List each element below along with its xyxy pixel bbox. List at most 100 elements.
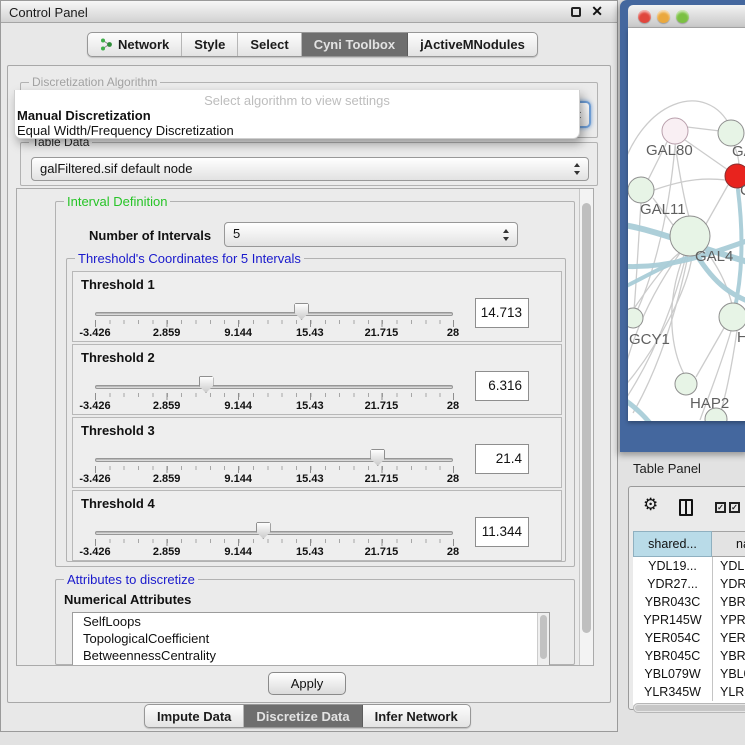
attributes-list: SelfLoopsTopologicalCoefficientBetweenne… bbox=[72, 612, 550, 666]
close-traffic-icon[interactable] bbox=[638, 10, 651, 23]
columns-icon[interactable] bbox=[679, 499, 693, 516]
slider-thumb-icon[interactable] bbox=[256, 522, 271, 539]
settings-scroll-pane: Interval Definition Number of Intervals … bbox=[16, 188, 594, 666]
cell-shared-name: YBR043C bbox=[633, 593, 712, 611]
tab-label: Cyni Toolbox bbox=[314, 37, 395, 52]
dropdown-option-manual[interactable]: Manual Discretization bbox=[17, 108, 151, 123]
combo-value: 5 bbox=[233, 226, 240, 241]
table-row[interactable]: YBR043CYBR0 bbox=[633, 593, 745, 611]
algorithm-dropdown-popup: Select algorithm to view settings Manual… bbox=[14, 90, 580, 139]
threshold-value-field[interactable]: 6.316 bbox=[475, 371, 529, 401]
scrollbar-thumb[interactable] bbox=[540, 615, 547, 659]
cell-name: YLR3 bbox=[712, 683, 745, 701]
checkbox-icon[interactable]: ✓ bbox=[715, 502, 726, 513]
interval-definition-group: Interval Definition Number of Intervals … bbox=[55, 201, 575, 567]
tab-label: Impute Data bbox=[157, 709, 231, 724]
combo-value: galFiltered.sif default node bbox=[40, 161, 192, 176]
gear-icon[interactable]: ⚙ bbox=[643, 495, 658, 515]
cell-shared-name: YDR27... bbox=[633, 575, 712, 593]
tab-impute-data[interactable]: Impute Data bbox=[145, 705, 244, 727]
horizontal-scrollbar[interactable] bbox=[633, 703, 745, 713]
dropdown-hint: Select algorithm to view settings bbox=[15, 93, 579, 108]
combo-arrows-icon bbox=[573, 162, 582, 176]
zoom-traffic-icon[interactable] bbox=[676, 10, 689, 23]
column-header-name[interactable]: na bbox=[712, 531, 745, 557]
tick-label: 28 bbox=[425, 473, 481, 485]
tab-label: Select bbox=[250, 37, 288, 52]
threshold-slider[interactable] bbox=[95, 385, 453, 389]
slider-thumb-icon[interactable] bbox=[294, 303, 309, 320]
table-row[interactable]: YDR27...YDR2 bbox=[633, 575, 745, 593]
node-label: GAL11 bbox=[640, 201, 686, 218]
control-panel-titlebar: Control Panel ✕ bbox=[1, 1, 617, 23]
group-title: Threshold's Coordinates for 5 Intervals bbox=[75, 251, 304, 266]
minimize-traffic-icon[interactable] bbox=[657, 10, 670, 23]
scrollbar-thumb[interactable] bbox=[635, 705, 745, 711]
threshold-label: Threshold 1 bbox=[81, 277, 155, 292]
cell-shared-name: YER054C bbox=[633, 629, 712, 647]
threshold-value-field[interactable]: 14.713 bbox=[475, 298, 529, 328]
number-of-intervals-combobox[interactable]: 5 bbox=[224, 222, 518, 247]
tab-jactivemnodules[interactable]: jActiveMNodules bbox=[408, 33, 537, 56]
tick-label: 15.43 bbox=[282, 327, 338, 339]
attribute-item[interactable]: SelfLoops bbox=[73, 613, 549, 630]
vertical-scrollbar[interactable] bbox=[579, 189, 593, 665]
table-row[interactable]: YDL19...YDL1 bbox=[633, 557, 745, 575]
cell-name: YDL1 bbox=[712, 557, 745, 575]
tab-cyni-toolbox[interactable]: Cyni Toolbox bbox=[302, 33, 408, 56]
tick-label: 9.144 bbox=[210, 546, 266, 558]
node-label: GAL80 bbox=[646, 142, 693, 159]
apply-button[interactable]: Apply bbox=[268, 672, 346, 695]
table-row[interactable]: YLR345WYLR3 bbox=[633, 683, 745, 701]
scrollbar-thumb[interactable] bbox=[582, 203, 591, 633]
threshold-value-field[interactable]: 21.4 bbox=[475, 444, 529, 474]
table-row[interactable]: YBL079WYBL0 bbox=[633, 665, 745, 683]
table-row[interactable]: YPR145WYPR1 bbox=[633, 611, 745, 629]
checkbox-icon[interactable]: ✓ bbox=[729, 502, 740, 513]
cell-shared-name: YPR145W bbox=[633, 611, 712, 629]
float-window-icon[interactable] bbox=[571, 7, 581, 17]
column-header-shared-name[interactable]: shared... bbox=[633, 531, 712, 557]
table-data-combobox[interactable]: galFiltered.sif default node bbox=[31, 157, 589, 181]
attribute-item[interactable]: TopologicalCoefficient bbox=[73, 630, 549, 647]
threshold-slider[interactable] bbox=[95, 458, 453, 462]
tab-label: Style bbox=[194, 37, 225, 52]
tab-discretize-data[interactable]: Discretize Data bbox=[244, 705, 362, 727]
node-label: GCY1 bbox=[629, 331, 670, 348]
tab-style[interactable]: Style bbox=[182, 33, 238, 56]
control-panel-window: Control Panel ✕ Network Style Select Cyn… bbox=[0, 0, 618, 732]
slider-tick-labels: -3.4262.8599.14415.4321.71528 bbox=[73, 327, 561, 340]
attribute-item[interactable]: BetweennessCentrality bbox=[73, 647, 549, 664]
combo-arrows-icon bbox=[502, 228, 511, 242]
slider-ticks bbox=[95, 393, 454, 400]
tick-label: 21.715 bbox=[353, 473, 409, 485]
node bbox=[675, 373, 697, 395]
cell-shared-name: YBR045C bbox=[633, 647, 712, 665]
threshold-slider[interactable] bbox=[95, 312, 453, 316]
dropdown-option-equal-width[interactable]: Equal Width/Frequency Discretization bbox=[17, 123, 234, 138]
network-canvas[interactable]: GAL80 GA C GAL11 GAL4 GCY1 H HAP2 bbox=[628, 28, 745, 421]
tab-infer-network[interactable]: Infer Network bbox=[363, 705, 470, 727]
thresholds-group: Threshold's Coordinates for 5 Intervals … bbox=[66, 258, 566, 562]
slider-thumb-icon[interactable] bbox=[370, 449, 385, 466]
table-row[interactable]: YBR045CYBR0 bbox=[633, 647, 745, 665]
threshold-value-field[interactable]: 11.344 bbox=[475, 517, 529, 547]
network-window-titlebar[interactable] bbox=[628, 5, 745, 28]
group-title: Interval Definition bbox=[64, 194, 170, 209]
tick-label: 15.43 bbox=[282, 473, 338, 485]
tick-label: 28 bbox=[425, 546, 481, 558]
tick-label: -3.426 bbox=[67, 473, 123, 485]
tick-label: 28 bbox=[425, 327, 481, 339]
tick-label: 9.144 bbox=[210, 400, 266, 412]
tick-label: 2.859 bbox=[139, 327, 195, 339]
threshold-slider[interactable] bbox=[95, 531, 453, 535]
tab-select[interactable]: Select bbox=[238, 33, 301, 56]
list-scrollbar[interactable] bbox=[537, 613, 549, 665]
tick-label: 2.859 bbox=[139, 546, 195, 558]
table-row[interactable]: YER054CYER0 bbox=[633, 629, 745, 647]
number-of-intervals-label: Number of Intervals bbox=[89, 228, 211, 243]
slider-thumb-icon[interactable] bbox=[199, 376, 214, 393]
threshold-label: Threshold 3 bbox=[81, 423, 155, 438]
close-icon[interactable]: ✕ bbox=[591, 3, 603, 20]
tab-network[interactable]: Network bbox=[88, 33, 182, 56]
